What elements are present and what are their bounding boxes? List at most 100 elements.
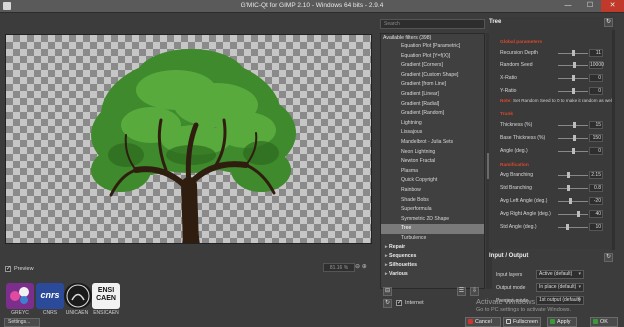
- param-std-angle[interactable]: Std Angle (deg.) 10: [500, 223, 603, 232]
- slider-handle[interactable]: [568, 198, 572, 204]
- zoom-bar: 81.16 % ⊖ ⊕: [5, 263, 372, 273]
- refresh-filters-icon[interactable]: ↻: [383, 299, 392, 308]
- apply-button[interactable]: Apply: [547, 317, 577, 327]
- param-thickness[interactable]: Thickness (%) 15: [500, 121, 603, 130]
- preview-canvas[interactable]: [5, 34, 372, 244]
- filter-item[interactable]: Newton Fractal: [381, 157, 484, 167]
- filter-item[interactable]: Shade Bobs: [381, 196, 484, 206]
- param-avg-right-angle[interactable]: Avg Right Angle (deg.) 40: [500, 210, 603, 219]
- cancel-icon: [468, 319, 473, 324]
- zoom-value[interactable]: 81.16 %: [323, 263, 355, 272]
- filter-item[interactable]: Gradient [from Line]: [381, 80, 484, 90]
- fullscreen-button[interactable]: Fullscreen: [503, 317, 541, 327]
- param-angle[interactable]: Angle (deg.) 0: [500, 147, 603, 156]
- fullscreen-icon: [506, 319, 511, 324]
- category-silhouettes[interactable]: Silhouettes: [381, 261, 484, 270]
- filter-item[interactable]: Gradient [Random]: [381, 109, 484, 119]
- filter-item[interactable]: Equation Plot [Parametric]: [381, 42, 484, 52]
- filter-item[interactable]: Superformula: [381, 205, 484, 215]
- param-avg-left-angle[interactable]: Avg Left Angle (deg.) -20: [500, 197, 603, 206]
- category-sequences[interactable]: Sequences: [381, 252, 484, 261]
- filter-item[interactable]: Symmetric 2D Shape: [381, 215, 484, 225]
- slider-handle[interactable]: [571, 50, 575, 56]
- slider-track[interactable]: [558, 188, 588, 189]
- zoom-buttons[interactable]: ⊖ ⊕: [355, 263, 367, 270]
- io-refresh-icon[interactable]: ↻: [604, 253, 613, 262]
- internet-toggle[interactable]: Internet: [396, 299, 424, 306]
- slider-handle[interactable]: [571, 148, 575, 154]
- unicaen-logo: [64, 283, 92, 309]
- apply-icon: [550, 319, 555, 324]
- section-trunk: Trunk: [500, 112, 514, 117]
- filter-item[interactable]: Quick Copyright: [381, 176, 484, 186]
- filter-search-input[interactable]: Search: [380, 19, 485, 29]
- slider-handle[interactable]: [572, 135, 576, 141]
- slider-handle[interactable]: [566, 224, 570, 230]
- slider-track[interactable]: [558, 214, 588, 215]
- param-y-ratio[interactable]: Y-Ratio 0: [500, 87, 603, 96]
- random-seed-note: Note: Set Random Seed to 0 to make it ra…: [500, 98, 615, 103]
- ensicaen-logo: ENSI CAEN: [92, 283, 120, 309]
- greyc-logo: [6, 283, 34, 309]
- filter-item[interactable]: Lightning: [381, 119, 484, 129]
- filter-item[interactable]: Gradient [Radial]: [381, 100, 484, 110]
- filter-item[interactable]: Mandelbrot - Julia Sets: [381, 138, 484, 148]
- window-title: G'MIC-Qt for GIMP 2.10 - Windows 64 bits…: [240, 2, 384, 9]
- filter-tree: Available filters (398) Equation Plot [P…: [380, 33, 485, 289]
- input-layers-select[interactable]: Active (default): [536, 270, 584, 279]
- refresh-preview-icon[interactable]: ↻: [604, 18, 613, 27]
- parameters-scrollbar[interactable]: [612, 30, 615, 250]
- output-mode-select[interactable]: In place (default): [536, 283, 584, 292]
- slider-handle[interactable]: [571, 75, 575, 81]
- ok-icon: [593, 319, 598, 324]
- internet-checkbox[interactable]: [396, 299, 402, 306]
- slider-handle[interactable]: [571, 88, 575, 94]
- filter-item[interactable]: Turbulence: [381, 234, 484, 244]
- param-x-ratio[interactable]: X-Ratio 0: [500, 74, 603, 83]
- maximize-button[interactable]: ☐: [579, 0, 601, 12]
- param-random-seed[interactable]: Random Seed 10000: [500, 61, 604, 70]
- io-title: Input / Output: [489, 253, 529, 259]
- slider-handle[interactable]: [572, 62, 576, 68]
- expand-icon[interactable]: ☰: [457, 287, 466, 296]
- filter-item[interactable]: Gradient [Custom Shape]: [381, 71, 484, 81]
- cancel-button[interactable]: Cancel: [465, 317, 501, 327]
- settings-button[interactable]: Settings...: [4, 318, 40, 327]
- slider-track[interactable]: [558, 227, 588, 228]
- slider-handle[interactable]: [572, 122, 576, 128]
- filter-item[interactable]: Rainbow: [381, 186, 484, 196]
- preview-toggle[interactable]: Preview: [5, 265, 34, 272]
- category-repair[interactable]: Repair: [381, 243, 484, 252]
- preview-checkbox[interactable]: [5, 265, 11, 272]
- filter-item[interactable]: Plasma: [381, 167, 484, 177]
- cnrs-label: CNRS: [42, 310, 58, 316]
- ok-button[interactable]: OK: [590, 317, 618, 327]
- fold-icon[interactable]: ⊟: [383, 287, 392, 296]
- filter-item[interactable]: Lissajous: [381, 128, 484, 138]
- input-layers-row: Input layers Active (default): [496, 270, 606, 280]
- param-base-thickness[interactable]: Base Thickness (%) 150: [500, 134, 603, 143]
- filter-list-header: Available filters (398): [383, 35, 432, 41]
- category-various[interactable]: Various: [381, 270, 484, 279]
- slider-handle[interactable]: [567, 185, 571, 191]
- filter-item[interactable]: Gradient [Linear]: [381, 90, 484, 100]
- filter-item[interactable]: Neon Lightning: [381, 148, 484, 158]
- section-ramification: Ramification: [500, 163, 529, 168]
- param-recursion-depth[interactable]: Recursion Depth 11: [500, 49, 603, 58]
- param-std-branching[interactable]: Std Branching 0.8: [500, 184, 603, 193]
- param-avg-branching[interactable]: Avg Branching 2.15: [500, 171, 603, 180]
- ensicaen-label: ENSICAEN: [93, 310, 119, 316]
- download-icon[interactable]: ⇩: [470, 287, 479, 296]
- filter-item[interactable]: Gradient [Corners]: [381, 61, 484, 71]
- section-global-parameters: Global parameters: [500, 40, 543, 45]
- filter-parameters-panel: Tree Global parameters Recursion Depth 1…: [489, 17, 615, 249]
- filter-item[interactable]: Equation Plot [Y=f(X)]: [381, 52, 484, 62]
- slider-handle[interactable]: [567, 172, 571, 178]
- minimize-button[interactable]: —: [557, 0, 579, 12]
- slider-handle[interactable]: [576, 211, 580, 217]
- close-window-button[interactable]: ✕: [601, 0, 624, 12]
- filter-item-selected[interactable]: Tree: [381, 224, 484, 234]
- preview-label: Preview: [14, 266, 34, 272]
- slider-track[interactable]: [558, 201, 588, 202]
- slider-track[interactable]: [558, 175, 588, 176]
